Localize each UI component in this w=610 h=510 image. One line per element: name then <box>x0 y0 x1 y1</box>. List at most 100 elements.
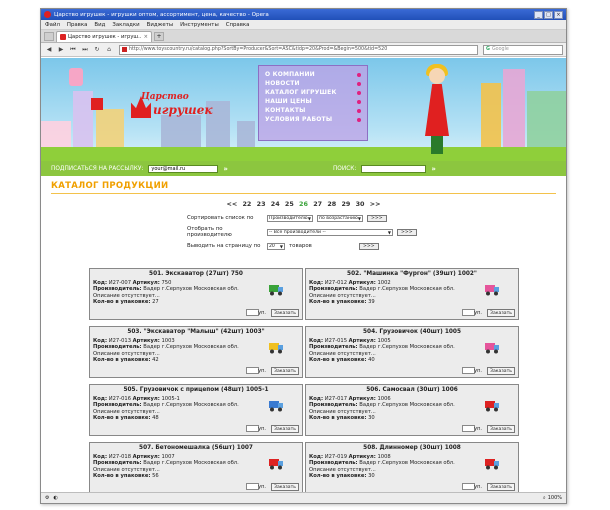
menu-edit[interactable]: Правка <box>67 22 88 28</box>
status-icon[interactable]: ◐ <box>53 495 57 501</box>
browser-window: Царство игрушек - игрушки оптом, ассорти… <box>40 8 567 504</box>
logo-line2: игрушек <box>153 103 213 117</box>
sort-field-select[interactable]: Производителю ▼ <box>267 214 313 222</box>
product-truck-icon[interactable] <box>484 455 500 471</box>
product-title[interactable]: 506. Самосвал (30шт) 1006 <box>306 387 518 393</box>
zoom-control[interactable]: ⌕ 100% <box>543 495 562 501</box>
product-truck-icon[interactable] <box>484 397 500 413</box>
quantity-input[interactable] <box>462 309 475 316</box>
pager-next[interactable]: >> <box>370 200 381 208</box>
back-icon[interactable]: ◀ <box>44 45 54 55</box>
search-field[interactable]: G Google <box>483 44 563 55</box>
quantity-input[interactable] <box>462 483 475 490</box>
menu-view[interactable]: Вид <box>94 22 105 28</box>
pager-prev[interactable]: << <box>227 200 238 208</box>
subscribe-go-button[interactable]: » <box>223 165 228 173</box>
product-title[interactable]: 502. "Машинка "Фургон" (39шт) 1002" <box>306 271 518 277</box>
menu-bookmarks[interactable]: Закладки <box>112 22 139 28</box>
tab-active[interactable]: Царство игрушек - игруш... × <box>56 31 152 42</box>
order-button[interactable]: Заказать <box>271 483 299 491</box>
site-logo[interactable]: Царство игрушек <box>131 88 251 128</box>
product-title[interactable]: 505. Грузовичок с прицепом (48шт) 1005-1 <box>90 387 302 393</box>
site-search-label: ПОИСК: <box>332 165 357 172</box>
panel-toggle-icon[interactable] <box>44 32 54 41</box>
site-search-input[interactable] <box>361 164 427 173</box>
home-icon[interactable]: ⌂ <box>104 45 114 55</box>
menu-file[interactable]: Файл <box>45 22 60 28</box>
close-button[interactable]: × <box>554 10 563 19</box>
rewind-icon[interactable]: ⏮ <box>68 45 78 55</box>
order-button[interactable]: Заказать <box>487 483 515 491</box>
pager-page[interactable]: 27 <box>313 200 322 208</box>
order-button[interactable]: Заказать <box>487 367 515 375</box>
order-button[interactable]: Заказать <box>487 425 515 433</box>
menu-help[interactable]: Справка <box>226 22 250 28</box>
quantity-input[interactable] <box>462 367 475 374</box>
pager-page[interactable]: 23 <box>257 200 266 208</box>
producer-filter-select[interactable]: -- Все производители -- ▼ <box>267 228 393 236</box>
minimize-button[interactable]: _ <box>534 10 543 19</box>
pager-page[interactable]: 25 <box>285 200 294 208</box>
reload-icon[interactable]: ↻ <box>92 45 102 55</box>
forward-icon[interactable]: ▶ <box>56 45 66 55</box>
nav-terms[interactable]: УСЛОВИЯ РАБОТЫ <box>265 115 361 124</box>
pager-page[interactable]: 30 <box>356 200 365 208</box>
new-tab-button[interactable]: + <box>154 32 164 41</box>
sort-label: Сортировать список по <box>187 215 254 221</box>
nav-contacts[interactable]: КОНТАКТЫ <box>265 106 361 115</box>
quantity-input[interactable] <box>462 425 475 432</box>
maximize-button[interactable]: □ <box>544 10 553 19</box>
quantity-input[interactable] <box>246 309 259 316</box>
per-page-select[interactable]: 20 ▼ <box>267 242 285 250</box>
product-truck-icon[interactable] <box>484 281 500 297</box>
pager-page[interactable]: 22 <box>242 200 251 208</box>
product-title[interactable]: 503. "Экскаватор "Малыш" (42шт) 1003" <box>90 329 302 335</box>
product-title[interactable]: 504. Грузовичок (40шт) 1005 <box>306 329 518 335</box>
product-truck-icon[interactable] <box>484 339 500 355</box>
per-page-apply-button[interactable]: >>> <box>359 242 379 250</box>
product-title[interactable]: 501. Экскаватор (27шт) 750 <box>90 271 302 277</box>
nav-about[interactable]: О КОМПАНИИ <box>265 70 361 79</box>
site-search-go-button[interactable]: » <box>431 165 436 173</box>
product-title[interactable]: 508. Длинномер (30шт) 1008 <box>306 445 518 451</box>
pager-page[interactable]: 29 <box>341 200 350 208</box>
product-truck-icon[interactable] <box>268 281 284 297</box>
subscribe-email-input[interactable] <box>148 164 219 173</box>
order-button[interactable]: Заказать <box>271 309 299 317</box>
status-icon[interactable]: ⚙ <box>45 495 49 501</box>
unit-label: уп. <box>258 368 266 374</box>
unit-label: уп. <box>474 368 482 374</box>
order-button[interactable]: Заказать <box>271 367 299 375</box>
product-info: Код: И27-007 Артикул: 750 Производитель: … <box>93 280 239 305</box>
address-field[interactable]: http://www.toyscountry.ru/catalog.php?So… <box>119 44 478 55</box>
nav-news[interactable]: НОВОСТИ <box>265 79 361 88</box>
quantity-input[interactable] <box>246 367 259 374</box>
unit-label: уп. <box>474 426 482 432</box>
tab-close-icon[interactable]: × <box>144 34 148 40</box>
product-truck-icon[interactable] <box>268 397 284 413</box>
order-button[interactable]: Заказать <box>271 425 299 433</box>
address-text: http://www.toyscountry.ru/catalog.php?So… <box>129 47 388 52</box>
menu-widgets[interactable]: Виджеты <box>147 22 174 28</box>
quantity-input[interactable] <box>246 483 259 490</box>
product-grid: 501. Экскаватор (27шт) 750 Код: И27-007 А… <box>89 268 519 492</box>
filter-apply-button[interactable]: >>> <box>397 228 417 236</box>
quantity-input[interactable] <box>246 425 259 432</box>
nav-catalog[interactable]: КАТАЛОГ ИГРУШЕК <box>265 88 361 97</box>
product-truck-icon[interactable] <box>268 339 284 355</box>
product-card: 505. Грузовичок с прицепом (48шт) 1005-1… <box>89 384 303 436</box>
pager-page[interactable]: 24 <box>271 200 280 208</box>
title-bar: Царство игрушек - игрушки оптом, ассорти… <box>41 9 566 20</box>
menu-tools[interactable]: Инструменты <box>180 22 219 28</box>
product-truck-icon[interactable] <box>268 455 284 471</box>
product-title[interactable]: 507. Бетономешалка (56шт) 1007 <box>90 445 302 451</box>
pager-page[interactable]: 28 <box>327 200 336 208</box>
nav-prices[interactable]: НАШИ ЦЕНЫ <box>265 97 361 106</box>
product-info: Код: И27-012 Артикул: 1002 Производитель:… <box>309 280 455 305</box>
fast-forward-icon[interactable]: ⏭ <box>80 45 90 55</box>
order-button[interactable]: Заказать <box>487 309 515 317</box>
unit-label: уп. <box>474 484 482 490</box>
sort-direction-select[interactable]: по возрастанию ▼ <box>317 214 363 222</box>
per-page-suffix: товаров <box>289 243 312 249</box>
sort-apply-button[interactable]: >>> <box>367 214 387 222</box>
